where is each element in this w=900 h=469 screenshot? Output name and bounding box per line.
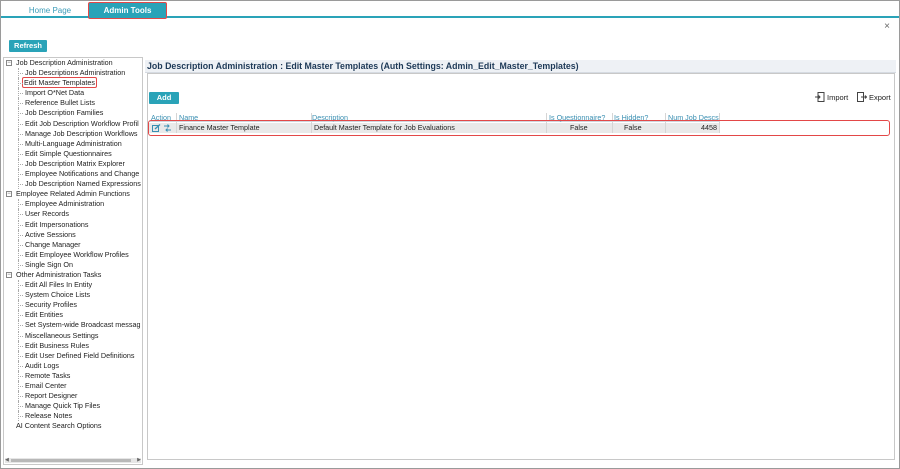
import-button[interactable]: Import <box>815 92 848 103</box>
tree-group[interactable]: − Other Administration Tasks <box>4 270 142 280</box>
tree-item-label: Edit Master Templates <box>22 77 97 89</box>
tree-item-label: Edit Simple Questionnaires <box>25 148 112 158</box>
tree-item[interactable]: Active Sessions <box>4 229 142 240</box>
tree-item[interactable]: Employee Administration <box>4 199 142 210</box>
tree-item[interactable]: Audit Logs <box>4 360 142 371</box>
export-icon <box>857 92 868 102</box>
tree-item[interactable]: Single Sign On <box>4 259 142 270</box>
tree-item[interactable]: Edit All Files In Entity <box>4 280 142 291</box>
export-label: Export <box>869 93 891 102</box>
tree-item[interactable]: Import O*Net Data <box>4 88 142 99</box>
tree-item-label: Release Notes <box>25 411 73 421</box>
tree-item[interactable]: Edit Simple Questionnaires <box>4 148 142 159</box>
tree-item-label: Job Descriptions Administration <box>25 68 126 78</box>
tree-item[interactable]: Reference Bullet Lists <box>4 98 142 109</box>
tree-item[interactable]: Manage Quick Tip Files <box>4 401 142 412</box>
tree-item-label: Manage Quick Tip Files <box>25 401 101 411</box>
refresh-button[interactable]: Refresh <box>9 40 47 52</box>
tree-item[interactable]: Security Profiles <box>4 300 142 311</box>
tree-item-label: Edit Impersonations <box>25 219 89 229</box>
tree-group[interactable]: − Employee Related Admin Functions <box>4 189 142 199</box>
tree-item-label: Job Description Matrix Explorer <box>25 158 125 168</box>
row-highlight-annotation <box>148 120 890 136</box>
add-button[interactable]: Add <box>149 92 179 104</box>
tree-item-label: Employee Administration <box>25 199 105 209</box>
tree-item-label: AI Content Search Options <box>16 421 102 431</box>
close-icon[interactable]: × <box>882 22 892 32</box>
tree-item[interactable]: Change Manager <box>4 239 142 250</box>
tree-item-label: Security Profiles <box>25 300 77 310</box>
tree-group-label: Employee Related Admin Functions <box>16 189 130 199</box>
tree-item[interactable]: Edit Business Rules <box>4 340 142 351</box>
tree-item-label: Job Description Families <box>25 108 104 118</box>
scroll-right-icon[interactable]: ▶ <box>137 457 141 463</box>
tree-item[interactable]: Set System-wide Broadcast messag <box>4 320 142 331</box>
tree-item-label: Manage Job Description Workflows <box>25 128 138 138</box>
tree-content: − Job Description Administration Job Descr… <box>4 58 142 431</box>
admin-nav-tree: − Job Description Administration Job Descr… <box>3 57 143 465</box>
tree-item-label: Email Center <box>25 381 67 390</box>
tree-item-label: Edit Entities <box>25 310 63 320</box>
tree-item-label: User Records <box>25 209 69 219</box>
collapse-icon[interactable]: − <box>6 191 12 198</box>
tree-item[interactable]: Miscellaneous Settings <box>4 330 142 341</box>
tree-item[interactable]: Edit Impersonations <box>4 219 142 230</box>
tree-item[interactable]: Edit Entities <box>4 310 142 321</box>
tree-item-label: Report Designer <box>25 391 78 401</box>
import-icon <box>815 92 825 102</box>
scroll-left-icon[interactable]: ◀ <box>5 457 9 463</box>
tree-item[interactable]: Edit User Defined Field Definitions <box>4 350 142 361</box>
tree-item-label: Set System-wide Broadcast messag <box>25 320 141 330</box>
tree-item[interactable]: Job Description Matrix Explorer <box>4 158 142 170</box>
tree-item-label: System Choice Lists <box>25 290 91 300</box>
tree-item-label: Job Description Named Expressions <box>25 179 141 189</box>
tree-item-label: Single Sign On <box>25 259 73 269</box>
tree-item[interactable]: Edit Job Description Workflow Profil <box>4 118 142 129</box>
tree-item-label: Reference Bullet Lists <box>25 98 95 108</box>
top-tab-bar: Home Page Admin Tools <box>1 1 899 19</box>
tree-item[interactable]: Job Description Families <box>4 108 142 119</box>
import-label: Import <box>827 93 849 102</box>
tree-item[interactable]: Report Designer <box>4 391 142 402</box>
tree-item-label: Employee Notifications and Change <box>25 169 140 179</box>
tree-item-label: Miscellaneous Settings <box>25 330 99 340</box>
tree-item[interactable]: Multi-Language Administration <box>4 138 142 149</box>
tree-item-label: Edit Business Rules <box>25 340 89 350</box>
tree-item-label: Multi-Language Administration <box>25 138 122 148</box>
tree-item[interactable]: Job Description Named Expressions <box>4 179 142 190</box>
tree-item-ai-content-search[interactable]: AI Content Search Options <box>4 421 142 431</box>
tree-item-label: Remote Tasks <box>25 370 71 380</box>
scrollbar-thumb[interactable] <box>11 459 131 462</box>
tree-group-label: Job Description Administration <box>16 58 113 67</box>
collapse-icon[interactable]: − <box>6 271 12 278</box>
tree-item[interactable]: System Choice Lists <box>4 290 142 301</box>
tree-item-label: Active Sessions <box>25 229 76 239</box>
tree-item-label: Edit All Files In Entity <box>25 280 93 290</box>
tree-group-label: Other Administration Tasks <box>16 269 102 279</box>
tree-horizontal-scrollbar[interactable]: ◀ ▶ <box>5 457 141 463</box>
tree-item[interactable]: Email Center <box>4 381 142 392</box>
tree-item-label: Change Manager <box>25 239 81 249</box>
tree-item[interactable]: Edit Master Templates <box>4 77 142 89</box>
collapse-icon[interactable]: − <box>6 60 12 66</box>
tree-item-label: Import O*Net Data <box>25 88 85 98</box>
panel-title: Job Description Administration : Edit Ma… <box>145 60 896 73</box>
tree-item[interactable]: Edit Employee Workflow Profiles <box>4 249 142 260</box>
tree-item-label: Edit User Defined Field Definitions <box>25 350 135 360</box>
tree-item[interactable]: Release Notes <box>4 411 142 422</box>
tab-admin-tools[interactable]: Admin Tools <box>88 2 167 19</box>
tree-group[interactable]: − Job Description Administration <box>4 58 142 68</box>
export-button[interactable]: Export <box>857 92 891 103</box>
tree-item-label: Edit Employee Workflow Profiles <box>25 249 129 259</box>
tree-item-label: Audit Logs <box>25 360 59 370</box>
tree-item[interactable]: Manage Job Description Workflows <box>4 128 142 139</box>
tree-item[interactable]: User Records <box>4 209 142 220</box>
tree-item[interactable]: Remote Tasks <box>4 370 142 381</box>
tab-home-page[interactable]: Home Page <box>15 3 85 18</box>
tree-item[interactable]: Employee Notifications and Change <box>4 169 142 180</box>
tree-item-label: Edit Job Description Workflow Profil <box>25 118 139 128</box>
